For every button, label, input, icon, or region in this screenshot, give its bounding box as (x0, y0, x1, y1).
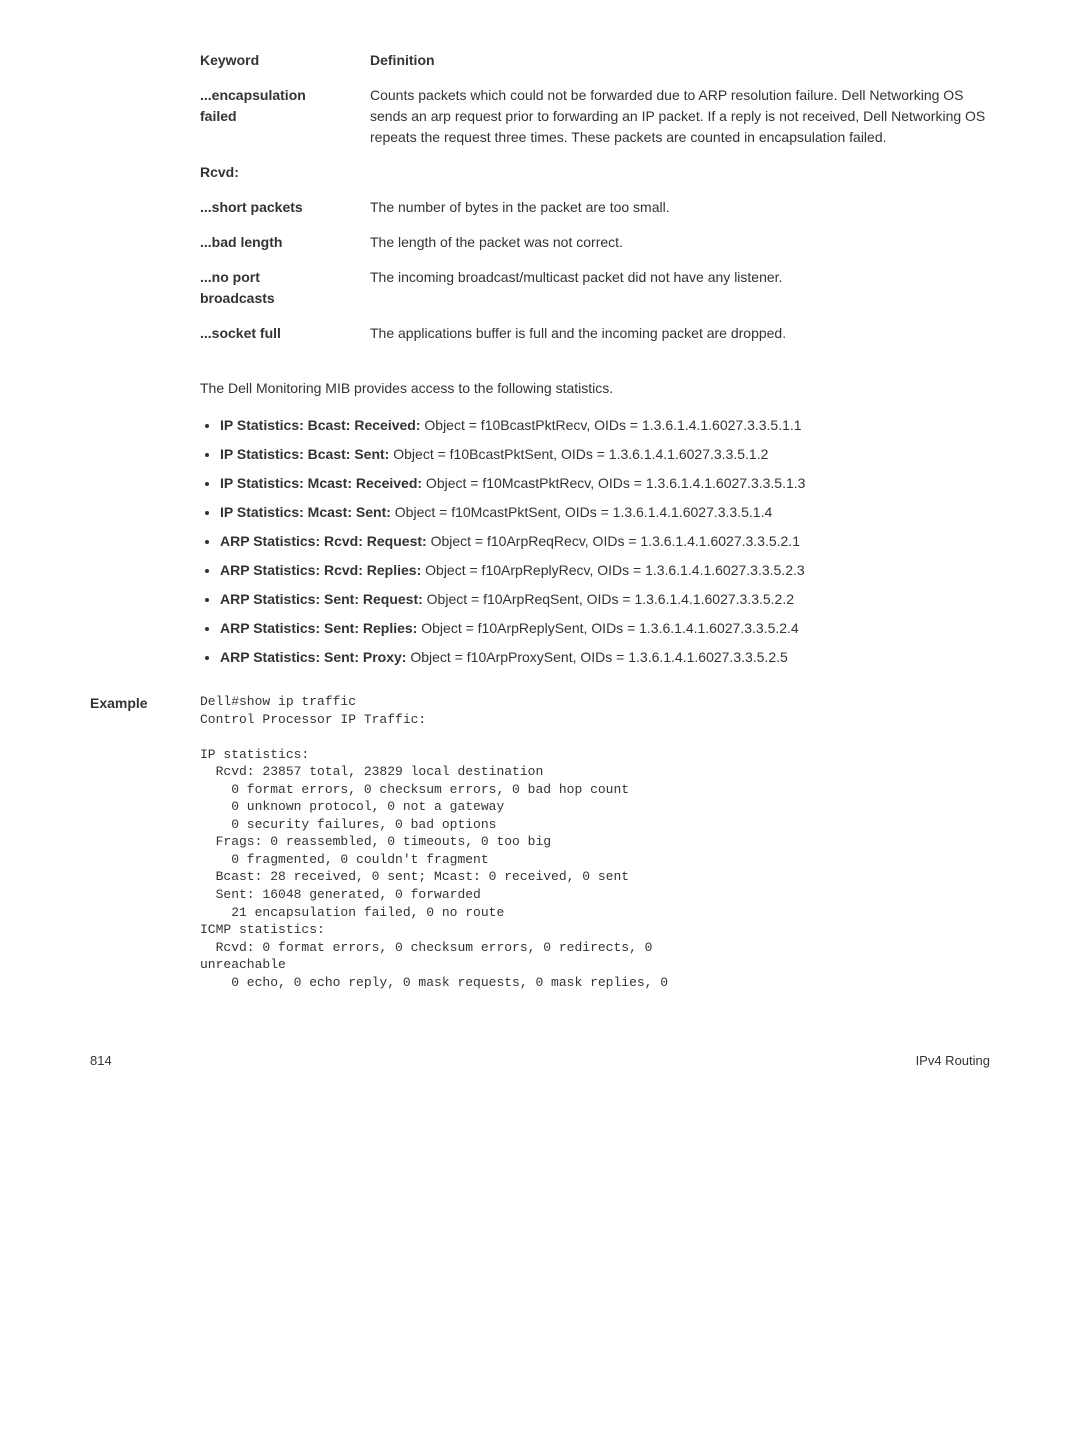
keyword-cell: ...no port broadcasts (200, 267, 370, 323)
list-item: IP Statistics: Mcast: Sent: Object = f10… (220, 502, 990, 523)
definition-cell: The incoming broadcast/multicast packet … (370, 267, 990, 323)
table-row: ...bad length The length of the packet w… (200, 232, 990, 267)
page-footer: 814 IPv4 Routing (90, 1051, 990, 1071)
keyword-cell: Rcvd: (200, 162, 370, 197)
bullet-bold: ARP Statistics: Rcvd: Replies: (220, 562, 421, 578)
table-row: ...socket full The applications buffer i… (200, 323, 990, 358)
bullet-text: Object = f10ArpReqSent, OIDs = 1.3.6.1.4… (423, 591, 794, 607)
definition-cell: The applications buffer is full and the … (370, 323, 990, 358)
statistics-list: IP Statistics: Bcast: Received: Object =… (200, 415, 990, 668)
definition-cell: The number of bytes in the packet are to… (370, 197, 990, 232)
bullet-text: Object = f10ArpReplyRecv, OIDs = 1.3.6.1… (421, 562, 804, 578)
example-label: Example (90, 693, 200, 991)
bullet-text: Object = f10ArpProxySent, OIDs = 1.3.6.1… (406, 649, 787, 665)
bullet-text: Object = f10ArpReplySent, OIDs = 1.3.6.1… (417, 620, 798, 636)
bullet-bold: IP Statistics: Mcast: Sent: (220, 504, 391, 520)
bullet-bold: IP Statistics: Bcast: Received: (220, 417, 421, 433)
intro-text: The Dell Monitoring MIB provides access … (200, 378, 990, 399)
definition-cell (370, 162, 990, 197)
bullet-bold: ARP Statistics: Sent: Request: (220, 591, 423, 607)
keyword-cell: ...encapsulation failed (200, 85, 370, 162)
list-item: IP Statistics: Mcast: Received: Object =… (220, 473, 990, 494)
table-row: Rcvd: (200, 162, 990, 197)
list-item: ARP Statistics: Sent: Replies: Object = … (220, 618, 990, 639)
section-title: IPv4 Routing (916, 1051, 990, 1071)
definition-cell: Counts packets which could not be forwar… (370, 85, 990, 162)
code-output: Dell#show ip traffic Control Processor I… (200, 693, 676, 991)
page-number: 814 (90, 1051, 112, 1071)
bullet-bold: ARP Statistics: Rcvd: Request: (220, 533, 427, 549)
list-item: IP Statistics: Bcast: Sent: Object = f10… (220, 444, 990, 465)
header-keyword: Keyword (200, 50, 370, 85)
bullet-text: Object = f10BcastPktSent, OIDs = 1.3.6.1… (389, 446, 768, 462)
bullet-bold: ARP Statistics: Sent: Replies: (220, 620, 417, 636)
bullet-text: Object = f10McastPktSent, OIDs = 1.3.6.1… (391, 504, 772, 520)
header-definition: Definition (370, 50, 990, 85)
list-item: IP Statistics: Bcast: Received: Object =… (220, 415, 990, 436)
list-item: ARP Statistics: Rcvd: Replies: Object = … (220, 560, 990, 581)
list-item: ARP Statistics: Rcvd: Request: Object = … (220, 531, 990, 552)
list-item: ARP Statistics: Sent: Proxy: Object = f1… (220, 647, 990, 668)
example-section: Example Dell#show ip traffic Control Pro… (90, 693, 990, 991)
definition-table: Keyword Definition ...encapsulation fail… (200, 50, 990, 358)
bullet-bold: IP Statistics: Bcast: Sent: (220, 446, 389, 462)
bullet-bold: IP Statistics: Mcast: Received: (220, 475, 422, 491)
list-item: ARP Statistics: Sent: Request: Object = … (220, 589, 990, 610)
keyword-cell: ...short packets (200, 197, 370, 232)
table-row: ...no port broadcasts The incoming broad… (200, 267, 990, 323)
bullet-bold: ARP Statistics: Sent: Proxy: (220, 649, 406, 665)
table-row: ...encapsulation failed Counts packets w… (200, 85, 990, 162)
definition-cell: The length of the packet was not correct… (370, 232, 990, 267)
table-header-row: Keyword Definition (200, 50, 990, 85)
bullet-text: Object = f10McastPktRecv, OIDs = 1.3.6.1… (422, 475, 805, 491)
bullet-text: Object = f10ArpReqRecv, OIDs = 1.3.6.1.4… (427, 533, 800, 549)
keyword-cell: ...socket full (200, 323, 370, 358)
keyword-cell: ...bad length (200, 232, 370, 267)
bullet-text: Object = f10BcastPktRecv, OIDs = 1.3.6.1… (421, 417, 802, 433)
table-row: ...short packets The number of bytes in … (200, 197, 990, 232)
